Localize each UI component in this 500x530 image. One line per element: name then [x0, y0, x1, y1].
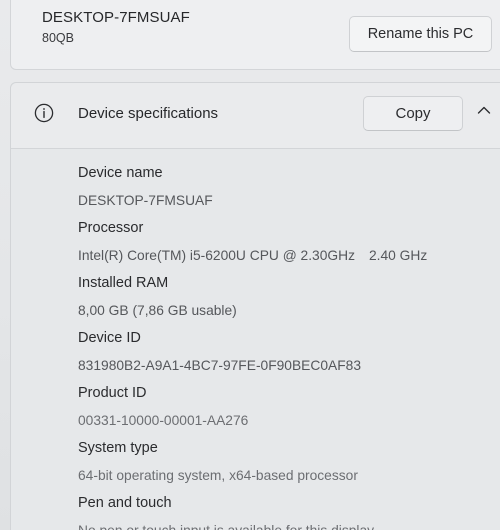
section-title: Device specifications — [78, 105, 219, 122]
spec-label-device-name: Device name — [78, 165, 163, 181]
spec-value-processor: Intel(R) Core(TM) i5-6200U CPU @ 2.30GHz… — [78, 246, 498, 274]
spec-value-installed-ram: 8,00 GB (7,86 GB usable) — [78, 302, 237, 318]
spec-label-device-id: Device ID — [78, 330, 141, 346]
spec-label-installed-ram: Installed RAM — [78, 275, 169, 291]
spec-value-device-id: 831980B2-A9A1-4BC7-97FE-0F90BEC0AF83 — [78, 357, 361, 373]
device-specifications-header[interactable]: Device specifications Copy — [11, 83, 500, 149]
spec-label-processor: Processor — [78, 220, 144, 236]
spec-value-processor-speed: 2.40 GHz — [368, 247, 428, 263]
pc-model: 80QB — [42, 31, 74, 45]
spec-value-pen-and-touch: No pen or touch input is available for t… — [78, 522, 375, 530]
device-specifications-card: Device specifications Copy Device name D… — [10, 82, 500, 530]
pc-name: DESKTOP-7FMSUAF — [42, 9, 190, 26]
settings-about-page: DESKTOP-7FMSUAF 80QB Rename this PC Devi… — [0, 0, 500, 530]
spec-value-device-name: DESKTOP-7FMSUAF — [78, 192, 213, 208]
spec-label-product-id: Product ID — [78, 385, 147, 401]
spec-value-system-type: 64-bit operating system, x64-based proce… — [78, 467, 358, 483]
spec-value-processor-main: Intel(R) Core(TM) i5-6200U CPU @ 2.30GHz — [78, 247, 355, 263]
copy-button[interactable]: Copy — [363, 96, 463, 131]
rename-pc-button[interactable]: Rename this PC — [349, 16, 492, 52]
spec-list: Device name DESKTOP-7FMSUAF Processor In… — [78, 163, 498, 530]
spec-label-system-type: System type — [78, 440, 158, 456]
spec-label-pen-and-touch: Pen and touch — [78, 495, 172, 511]
spec-value-product-id: 00331-10000-00001-AA276 — [78, 412, 249, 428]
info-icon — [34, 103, 54, 123]
chevron-up-icon[interactable] — [477, 105, 491, 115]
